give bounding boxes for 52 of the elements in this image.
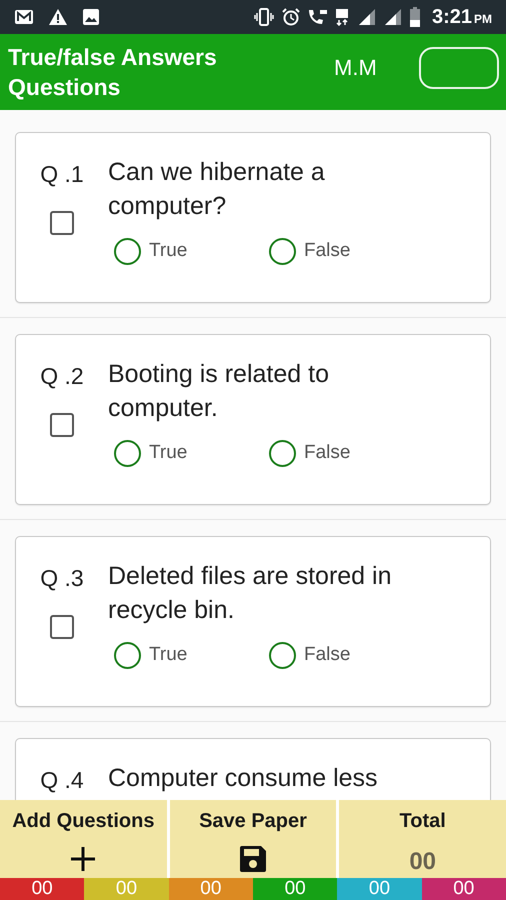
option-label: False <box>304 239 350 263</box>
score-counter: 00 <box>0 878 84 900</box>
radio-button[interactable] <box>114 238 141 265</box>
total-label: Total <box>400 809 446 834</box>
clock: 3:21 PM <box>432 5 492 30</box>
option-label: True <box>149 643 188 667</box>
question-number: Q .3 <box>40 565 84 591</box>
warning-icon <box>48 8 68 26</box>
question-number: Q .2 <box>40 363 84 389</box>
radio-button[interactable] <box>114 642 141 669</box>
radio-option[interactable]: False <box>269 237 424 266</box>
option-label: False <box>304 643 350 667</box>
checkbox[interactable] <box>50 615 74 639</box>
score-counter: 00 <box>252 878 338 900</box>
option-label: True <box>149 239 188 263</box>
question-text: Computer consume less <box>108 763 379 794</box>
checkbox[interactable] <box>50 211 74 235</box>
score-counter: 00 <box>422 878 506 900</box>
battery-icon <box>410 7 420 27</box>
screen-title: True/false Answers Questions <box>8 43 218 102</box>
outline-button[interactable] <box>419 47 499 89</box>
question-text: Can we hibernate a computer? <box>108 157 326 222</box>
question-number: Q .4 <box>40 767 84 793</box>
question-text: Deleted files are stored in recycle bin. <box>108 561 392 626</box>
user-initials: M.M <box>334 54 377 82</box>
score-counter: 00 <box>84 878 169 900</box>
radio-option[interactable]: True <box>114 439 269 468</box>
option-label: False <box>304 441 350 465</box>
radio-button[interactable] <box>114 440 141 467</box>
radio-option[interactable]: True <box>114 237 269 266</box>
total-value: 00 <box>409 847 436 877</box>
radio-button[interactable] <box>269 238 296 265</box>
radio-option[interactable]: False <box>269 641 424 670</box>
radio-option[interactable]: False <box>269 439 424 468</box>
question-number: Q .1 <box>40 161 84 187</box>
score-counter: 00 <box>168 878 253 900</box>
save-icon <box>238 844 268 874</box>
option-label: True <box>149 441 188 465</box>
add-questions-button[interactable]: Add Questions <box>0 800 167 878</box>
signal-icon <box>384 8 402 26</box>
score-counter: 00 <box>337 878 422 900</box>
question-text: Booting is related to computer. <box>108 359 330 424</box>
checkbox[interactable] <box>50 413 74 437</box>
plus-icon <box>70 846 96 872</box>
radio-button[interactable] <box>269 642 296 669</box>
vibrate-icon <box>254 8 274 26</box>
radio-option[interactable]: True <box>114 641 269 670</box>
alarm-icon <box>282 8 300 26</box>
image-icon <box>82 8 100 26</box>
radio-button[interactable] <box>269 440 296 467</box>
signal-icon <box>358 8 376 26</box>
mail-icon <box>14 8 34 26</box>
